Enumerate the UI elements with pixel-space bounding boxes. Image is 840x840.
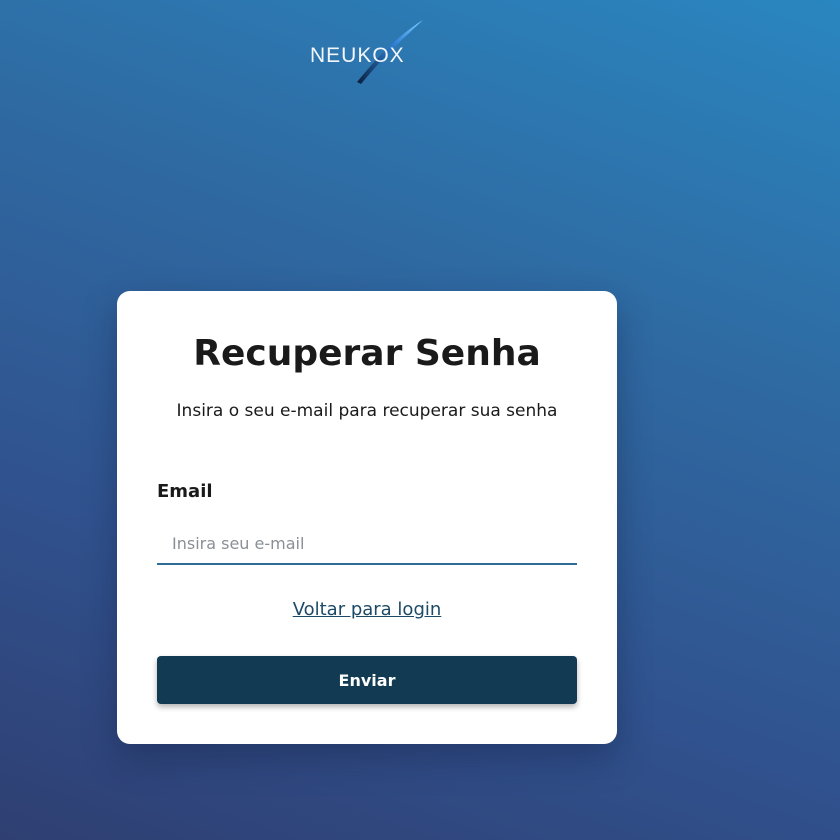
back-to-login-link[interactable]: Voltar para login [117, 599, 617, 620]
submit-button[interactable]: Enviar [157, 656, 577, 704]
logo-text: NEUKOX [310, 44, 405, 67]
page-title: Recuperar Senha [193, 333, 541, 374]
password-recovery-card: Recuperar Senha Insira o seu e-mail para… [117, 291, 617, 744]
email-label: Email [157, 481, 213, 502]
page-subtitle: Insira o seu e-mail para recuperar sua s… [176, 401, 558, 421]
brand-logo: NEUKOX [305, 18, 430, 86]
email-input[interactable] [157, 523, 577, 565]
